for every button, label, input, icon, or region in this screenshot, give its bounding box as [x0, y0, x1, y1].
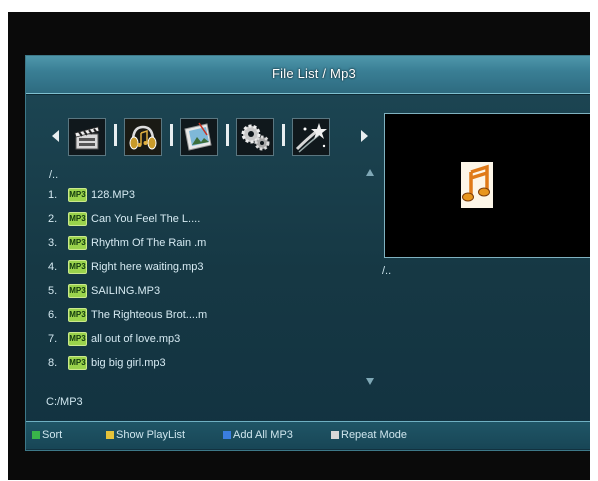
item-filename: Right here waiting.mp3 [91, 261, 204, 273]
file-list-item[interactable]: 8. MP3 big big girl.mp3 [26, 355, 356, 373]
mp3-badge-icon: MP3 [68, 236, 87, 250]
sort-key[interactable]: Sort [32, 429, 62, 441]
parent-directory-item[interactable]: /.. [49, 169, 58, 181]
show-playlist-label: Show PlayList [116, 429, 186, 441]
item-number: 1. [48, 189, 58, 201]
mp3-badge-icon: MP3 [68, 284, 87, 298]
footer-key-bar: Sort Show PlayList Add All MP3 Repeat Mo… [26, 421, 590, 449]
item-number: 5. [48, 285, 58, 297]
photo-picture-icon [181, 119, 217, 155]
category-separator [226, 124, 229, 146]
title-bar: File List / Mp3 [26, 56, 590, 94]
star-effects-icon [293, 119, 329, 155]
mp3-badge-icon: MP3 [68, 212, 87, 226]
item-filename: Rhythm Of The Rain .m [91, 237, 207, 249]
item-filename: 128.MP3 [91, 189, 136, 201]
file-list-item[interactable]: 5. MP3 SAILING.MP3 [26, 283, 356, 301]
file-list-panel: File List / Mp3 /.. 1. MP3 128.MP3 2. MP… [25, 55, 590, 451]
item-filename: Can You Feel The L.... [91, 213, 201, 225]
blue-key-icon [223, 431, 231, 439]
scroll-down-arrow-icon[interactable] [366, 378, 374, 385]
yellow-key-icon [106, 431, 114, 439]
scroll-up-arrow-icon[interactable] [366, 169, 374, 176]
file-list-item[interactable]: 2. MP3 Can You Feel The L.... [26, 211, 356, 229]
item-filename: big big girl.mp3 [91, 357, 166, 369]
category-separator [170, 124, 173, 146]
preview-path: /.. [382, 265, 392, 277]
category-left-arrow-icon[interactable] [52, 130, 59, 142]
item-number: 7. [48, 333, 58, 345]
white-key-icon [331, 431, 339, 439]
movie-clapper-icon [69, 119, 105, 155]
category-effects[interactable] [292, 118, 330, 156]
mp3-badge-icon: MP3 [68, 356, 87, 370]
repeat-mode-key[interactable]: Repeat Mode [331, 429, 407, 441]
add-all-mp3-key[interactable]: Add All MP3 [223, 429, 293, 441]
green-key-icon [32, 431, 40, 439]
file-list-item[interactable]: 1. MP3 128.MP3 [26, 187, 356, 205]
settings-gears-icon [237, 119, 273, 155]
item-number: 8. [48, 357, 58, 369]
show-playlist-key[interactable]: Show PlayList [106, 429, 185, 441]
item-filename: all out of love.mp3 [91, 333, 181, 345]
file-list-item[interactable]: 7. MP3 all out of love.mp3 [26, 331, 356, 349]
tv-screen: File List / Mp3 /.. 1. MP3 128.MP3 2. MP… [8, 12, 590, 480]
preview-window [384, 113, 590, 258]
sort-label: Sort [42, 429, 63, 441]
category-photo[interactable] [180, 118, 218, 156]
category-movie[interactable] [68, 118, 106, 156]
item-filename: The Righteous Brot....m [91, 309, 208, 321]
item-number: 2. [48, 213, 58, 225]
add-all-mp3-label: Add All MP3 [233, 429, 293, 441]
mp3-badge-icon: MP3 [68, 308, 87, 322]
mp3-badge-icon: MP3 [68, 260, 87, 274]
window-title: File List / Mp3 [272, 66, 356, 81]
item-number: 3. [48, 237, 58, 249]
category-right-arrow-icon[interactable] [361, 130, 368, 142]
music-note-icon [461, 162, 493, 208]
category-settings[interactable] [236, 118, 274, 156]
file-list-item[interactable]: 6. MP3 The Righteous Brot....m [26, 307, 356, 325]
category-music[interactable] [124, 118, 162, 156]
mp3-badge-icon: MP3 [68, 188, 87, 202]
current-path: C:/MP3 [46, 396, 83, 408]
file-list-item[interactable]: 3. MP3 Rhythm Of The Rain .m [26, 235, 356, 253]
repeat-mode-label: Repeat Mode [341, 429, 408, 441]
item-filename: SAILING.MP3 [91, 285, 161, 297]
item-number: 6. [48, 309, 58, 321]
category-separator [114, 124, 117, 146]
mp3-badge-icon: MP3 [68, 332, 87, 346]
item-number: 4. [48, 261, 58, 273]
category-separator [282, 124, 285, 146]
music-headphones-icon [125, 119, 161, 155]
file-list-item[interactable]: 4. MP3 Right here waiting.mp3 [26, 259, 356, 277]
